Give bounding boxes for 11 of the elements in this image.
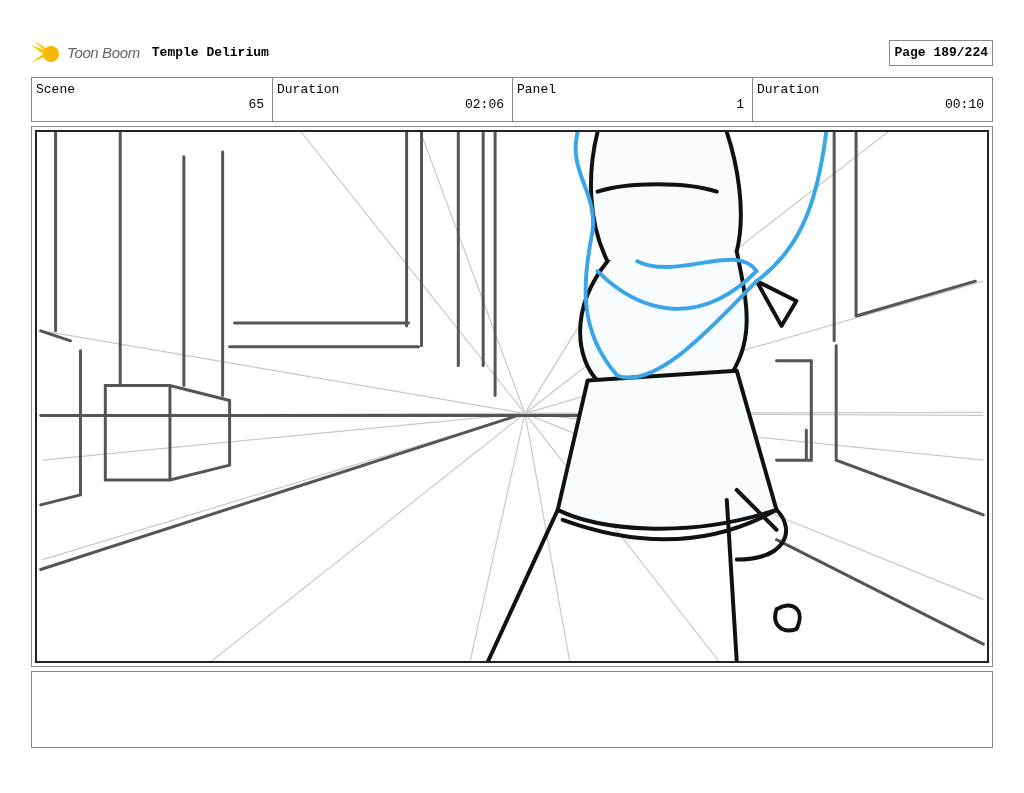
field-label: Panel (517, 82, 556, 97)
field-label: Duration (757, 82, 820, 97)
field-label: Duration (277, 82, 340, 97)
field-value: 1 (736, 97, 744, 112)
field-value: 65 (248, 97, 264, 112)
page-number: Page 189/224 (889, 40, 993, 66)
field-value: 02:06 (465, 97, 504, 112)
field-label: Scene (36, 82, 75, 97)
logo-text: Toon Boom (67, 42, 140, 63)
field-value: 00:10 (945, 97, 984, 112)
storyboard-title: Temple Delirium (151, 44, 269, 63)
